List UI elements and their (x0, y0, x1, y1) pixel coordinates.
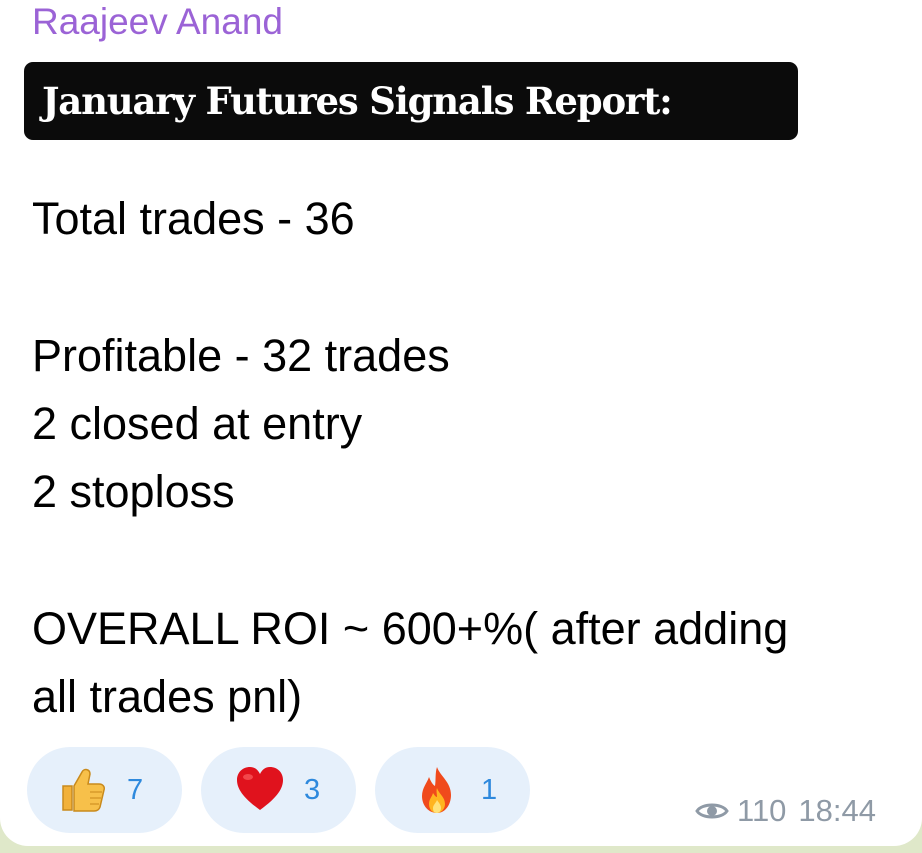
headline-text: January Futures Signals Report: (42, 79, 673, 123)
total-trades-line: Total trades - 36 (32, 193, 355, 244)
reaction-heart[interactable]: 3 (201, 747, 356, 833)
thumbs-up-icon (57, 764, 109, 816)
message-meta: 110 18:44 (695, 793, 876, 829)
roi-line-continued: all trades pnl) (32, 671, 303, 722)
heart-icon (234, 764, 286, 816)
fire-icon (411, 764, 463, 816)
fire-count: 1 (481, 773, 498, 806)
message-time: 18:44 (798, 793, 876, 828)
sender-name[interactable]: Raajeev Anand (32, 0, 283, 44)
reaction-thumbs-up[interactable]: 7 (27, 747, 182, 833)
message-bubble: Raajeev Anand January Futures Signals Re… (0, 0, 922, 846)
eye-icon (695, 803, 729, 819)
thumbs-up-count: 7 (127, 773, 144, 806)
profitable-line: Profitable - 32 trades (32, 330, 450, 381)
reaction-fire[interactable]: 1 (375, 747, 530, 833)
heart-count: 3 (304, 773, 321, 806)
stoploss-line: 2 stoploss (32, 466, 235, 517)
closed-at-entry-line: 2 closed at entry (32, 398, 363, 449)
view-count: 110 (737, 793, 787, 828)
headline-banner: January Futures Signals Report: (24, 62, 798, 140)
roi-line: OVERALL ROI ~ 600+%( after adding (32, 603, 789, 654)
